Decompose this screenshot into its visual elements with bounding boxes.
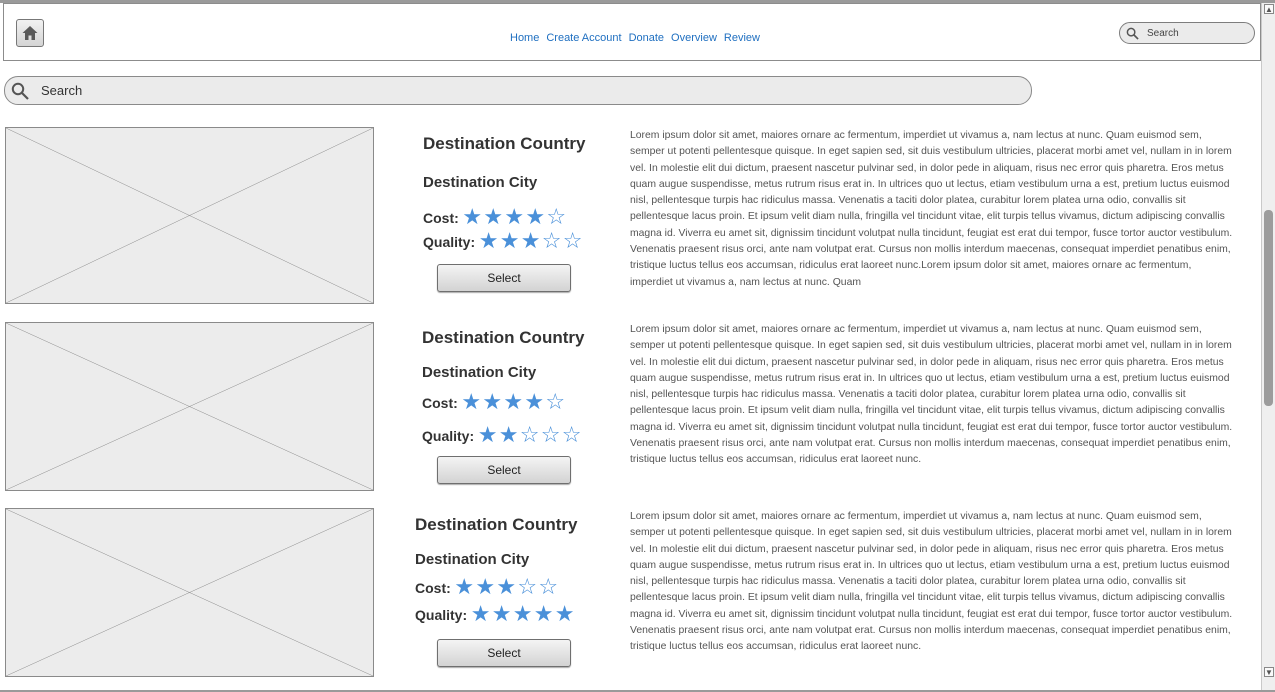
quality-rating-row: Quality: ★ ★ ☆ ☆ ☆ xyxy=(422,423,582,448)
quality-rating-row: Quality: ★ ★ ★ ★ ★ xyxy=(415,602,575,627)
scroll-down-arrow-icon[interactable]: ▼ xyxy=(1264,667,1274,677)
cost-label: Cost: xyxy=(422,395,458,411)
destination-image-placeholder xyxy=(5,508,374,677)
destination-image-placeholder xyxy=(5,322,374,491)
star-filled-icon: ★ xyxy=(470,602,491,627)
top-nav: Home Create Account Donate Overview Revi… xyxy=(510,32,760,44)
cost-rating-row: Cost: ★ ★ ★ ★ ☆ xyxy=(422,390,566,415)
scroll-thumb[interactable] xyxy=(1264,210,1273,406)
cost-rating-row: Cost: ★ ★ ★ ★ ☆ xyxy=(423,205,567,230)
cost-rating-row: Cost: ★ ★ ★ ☆ ☆ xyxy=(415,575,559,600)
star-empty-icon: ☆ xyxy=(562,229,583,254)
home-icon xyxy=(22,26,38,40)
destination-image-placeholder xyxy=(5,127,374,304)
destination-city: Destination City xyxy=(422,364,537,381)
nav-link-overview[interactable]: Overview xyxy=(671,32,717,44)
star-filled-icon: ★ xyxy=(503,390,524,415)
header-search-input[interactable]: Search xyxy=(1119,22,1255,44)
vertical-scrollbar[interactable]: ▲ ▼ xyxy=(1261,3,1275,690)
star-filled-icon: ★ xyxy=(477,423,498,448)
star-filled-icon: ★ xyxy=(520,229,541,254)
destination-country: Destination Country xyxy=(415,515,578,534)
quality-label: Quality: xyxy=(423,234,476,250)
quality-rating-row: Quality: ★ ★ ★ ☆ ☆ xyxy=(423,229,583,254)
header-search-placeholder: Search xyxy=(1147,27,1179,39)
destination-description: Lorem ipsum dolor sit amet, maiores orna… xyxy=(630,130,1233,288)
top-header: Home Create Account Donate Overview Revi… xyxy=(3,3,1261,61)
destination-description: Lorem ipsum dolor sit amet, maiores orna… xyxy=(630,511,1233,653)
select-button[interactable]: Select xyxy=(437,456,571,484)
cost-label: Cost: xyxy=(415,580,451,596)
star-empty-icon: ☆ xyxy=(546,205,567,230)
quality-stars: ★ ★ ★ ☆ ☆ xyxy=(478,229,583,254)
star-empty-icon: ☆ xyxy=(519,423,540,448)
star-filled-icon: ★ xyxy=(499,229,520,254)
destination-country: Destination Country xyxy=(422,328,585,347)
star-empty-icon: ☆ xyxy=(517,575,538,600)
star-filled-icon: ★ xyxy=(496,575,517,600)
star-filled-icon: ★ xyxy=(461,390,482,415)
select-button[interactable]: Select xyxy=(437,639,571,667)
star-filled-icon: ★ xyxy=(504,205,525,230)
star-filled-icon: ★ xyxy=(491,602,512,627)
main-search-placeholder: Search xyxy=(41,83,83,98)
destination-city: Destination City xyxy=(415,551,530,568)
star-filled-icon: ★ xyxy=(512,602,533,627)
destination-country: Destination Country xyxy=(423,134,586,153)
destination-description: Lorem ipsum dolor sit amet, maiores orna… xyxy=(630,324,1233,466)
star-empty-icon: ☆ xyxy=(541,229,562,254)
nav-link-donate[interactable]: Donate xyxy=(629,32,664,44)
star-filled-icon: ★ xyxy=(525,205,546,230)
search-icon xyxy=(11,82,29,100)
cost-stars: ★ ★ ★ ☆ ☆ xyxy=(454,575,559,600)
main-search-input[interactable]: Search xyxy=(4,76,1032,105)
star-filled-icon: ★ xyxy=(478,229,499,254)
quality-stars: ★ ★ ★ ★ ★ xyxy=(470,602,575,627)
star-empty-icon: ☆ xyxy=(538,575,559,600)
cost-stars: ★ ★ ★ ★ ☆ xyxy=(461,390,566,415)
quality-stars: ★ ★ ☆ ☆ ☆ xyxy=(477,423,582,448)
nav-link-create-account[interactable]: Create Account xyxy=(546,32,621,44)
cost-stars: ★ ★ ★ ★ ☆ xyxy=(462,205,567,230)
star-filled-icon: ★ xyxy=(483,205,504,230)
quality-label: Quality: xyxy=(422,428,475,444)
star-filled-icon: ★ xyxy=(524,390,545,415)
star-empty-icon: ☆ xyxy=(540,423,561,448)
star-empty-icon: ☆ xyxy=(545,390,566,415)
star-filled-icon: ★ xyxy=(482,390,503,415)
quality-label: Quality: xyxy=(415,607,468,623)
home-button[interactable] xyxy=(16,19,44,47)
nav-link-review[interactable]: Review xyxy=(724,32,760,44)
star-empty-icon: ☆ xyxy=(561,423,582,448)
nav-link-home[interactable]: Home xyxy=(510,32,539,44)
star-filled-icon: ★ xyxy=(454,575,475,600)
destination-city: Destination City xyxy=(423,174,538,191)
star-filled-icon: ★ xyxy=(462,205,483,230)
scroll-up-arrow-icon[interactable]: ▲ xyxy=(1264,4,1274,14)
star-filled-icon: ★ xyxy=(498,423,519,448)
search-icon xyxy=(1126,27,1139,40)
cost-label: Cost: xyxy=(423,210,459,226)
select-button[interactable]: Select xyxy=(437,264,571,292)
star-filled-icon: ★ xyxy=(554,602,575,627)
star-filled-icon: ★ xyxy=(475,575,496,600)
star-filled-icon: ★ xyxy=(533,602,554,627)
